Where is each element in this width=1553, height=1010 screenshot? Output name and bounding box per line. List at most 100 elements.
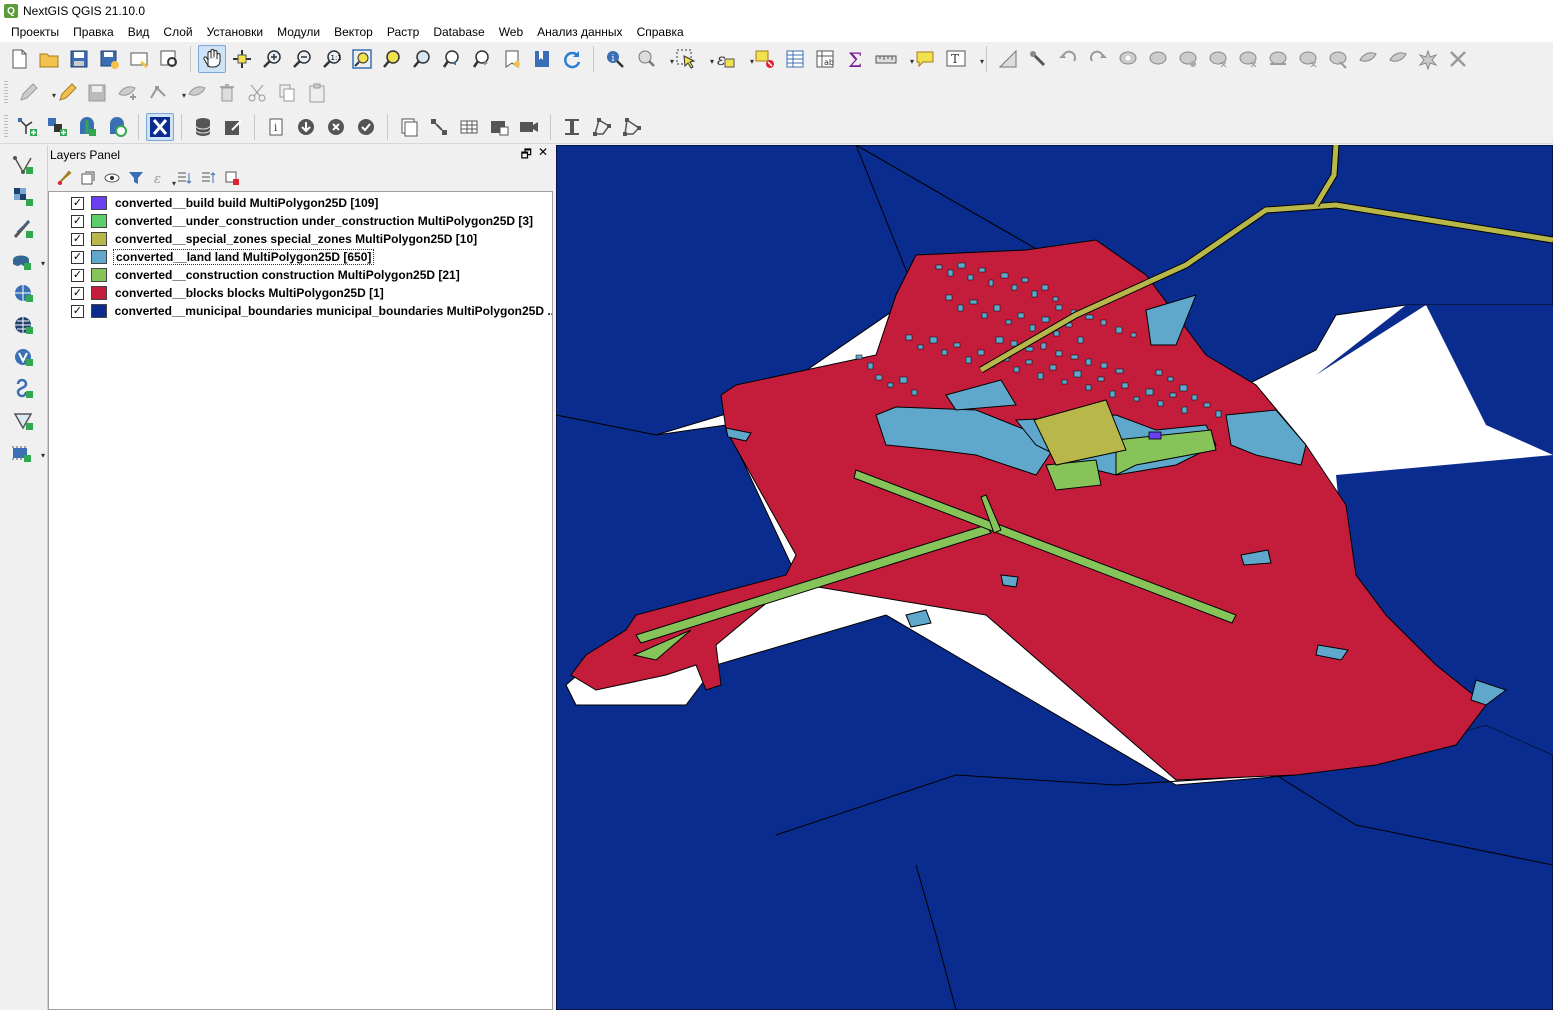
expand-all-icon[interactable] — [173, 167, 195, 189]
download-icon[interactable] — [292, 113, 320, 141]
fill-ring-icon[interactable] — [1174, 45, 1202, 73]
filter-by-expression-icon[interactable]: ε ▾ — [149, 167, 176, 189]
add-gpx-icon[interactable]: ▾ — [6, 439, 45, 467]
add-raster-layer-icon[interactable] — [6, 183, 40, 211]
layer-symbol-swatch[interactable] — [91, 286, 107, 300]
snapping-icon[interactable] — [1024, 45, 1052, 73]
menu-database[interactable]: Database — [426, 25, 491, 39]
add-polygon-icon[interactable] — [113, 79, 141, 107]
rotate-point-symbols-icon[interactable] — [1444, 45, 1472, 73]
delete-ring-icon[interactable] — [1204, 45, 1232, 73]
pan-icon[interactable] — [198, 45, 226, 73]
menu-edit[interactable]: Правка — [66, 25, 121, 39]
open-project-icon[interactable] — [35, 45, 63, 73]
digitize-icon[interactable] — [994, 45, 1022, 73]
style-manager-icon[interactable] — [53, 167, 75, 189]
transform-icon[interactable] — [588, 113, 616, 141]
layer-symbol-swatch[interactable] — [91, 232, 107, 246]
add-vector-layer-icon[interactable] — [6, 151, 40, 179]
map-canvas[interactable] — [556, 145, 1553, 1010]
info-icon[interactable]: i — [262, 113, 290, 141]
layer-name[interactable]: converted__municipal_boundaries municipa… — [113, 304, 552, 318]
menu-plugins[interactable]: Модули — [270, 25, 327, 39]
layer-row-municipal-boundaries[interactable]: ✓ converted__municipal_boundaries munici… — [49, 302, 552, 320]
add-wms-icon[interactable] — [6, 279, 40, 307]
layer-visibility-checkbox[interactable]: ✓ — [71, 196, 84, 210]
zoom-last-icon[interactable] — [438, 45, 466, 73]
new-geopackage-icon[interactable] — [13, 113, 41, 141]
video-icon[interactable] — [515, 113, 543, 141]
menu-view[interactable]: Вид — [121, 25, 157, 39]
menu-raster[interactable]: Растр — [380, 25, 426, 39]
add-virtual-layer-icon[interactable] — [6, 343, 40, 371]
delete-part-icon[interactable] — [1234, 45, 1262, 73]
layer-symbol-swatch[interactable] — [91, 268, 107, 282]
layer-symbol-swatch[interactable] — [90, 304, 107, 318]
text-annotation-icon[interactable]: T ▾ — [941, 45, 984, 73]
annotation-icon[interactable] — [911, 45, 939, 73]
layer-visibility-checkbox[interactable]: ✓ — [71, 286, 84, 300]
zoom-full-icon[interactable] — [348, 45, 376, 73]
add-delimited-text-icon[interactable] — [6, 215, 40, 243]
cancel-icon[interactable] — [322, 113, 350, 141]
menu-projects[interactable]: Проекты — [4, 25, 66, 39]
check-icon[interactable] — [352, 113, 380, 141]
add-ring-icon[interactable] — [1114, 45, 1142, 73]
layer-visibility-checkbox[interactable]: ✓ — [71, 250, 84, 264]
deselect-icon[interactable] — [751, 45, 779, 73]
menu-layer[interactable]: Слой — [156, 25, 199, 39]
select-by-expression-icon[interactable]: ε ▾ — [711, 45, 754, 73]
georef-icon[interactable] — [425, 113, 453, 141]
identify-icon[interactable]: i — [601, 45, 629, 73]
table-icon[interactable] — [455, 113, 483, 141]
layer-visibility-checkbox[interactable]: ✓ — [71, 232, 84, 246]
layer-name[interactable]: converted__build build MultiPolygon25D [… — [113, 196, 380, 210]
layer-visibility-checkbox[interactable]: ✓ — [71, 268, 84, 282]
delete-selected-icon[interactable] — [213, 79, 241, 107]
layer-row-construction[interactable]: ✓ converted__construction construction M… — [49, 266, 552, 284]
move-feature-icon[interactable] — [183, 79, 211, 107]
add-part-icon[interactable] — [1144, 45, 1172, 73]
layer-symbol-swatch[interactable] — [91, 196, 107, 210]
zoom-in-icon[interactable] — [258, 45, 286, 73]
new-bookmark-icon[interactable] — [498, 45, 526, 73]
layer-name[interactable]: converted__land land MultiPolygon25D [65… — [113, 249, 375, 265]
float-panel-icon[interactable]: 🗗 — [521, 145, 532, 166]
attribute-table-icon[interactable] — [781, 45, 809, 73]
ngw-connect-icon[interactable] — [146, 112, 174, 141]
layer-row-under-construction[interactable]: ✓ converted__under_construction under_co… — [49, 212, 552, 230]
layer-symbol-swatch[interactable] — [91, 250, 107, 264]
filter-legend-icon[interactable] — [125, 167, 147, 189]
redo-icon[interactable] — [1084, 45, 1112, 73]
menu-settings[interactable]: Установки — [200, 25, 270, 39]
select-features-icon[interactable]: ▾ — [671, 45, 714, 73]
image-icon[interactable] — [485, 113, 513, 141]
layer-row-land[interactable]: ✓ converted__land land MultiPolygon25D [… — [49, 248, 552, 266]
add-postgis-icon[interactable]: ▾ — [6, 247, 45, 275]
pan-to-selection-icon[interactable] — [228, 45, 256, 73]
collapse-all-icon[interactable] — [197, 167, 219, 189]
layer-name[interactable]: converted__special_zones special_zones M… — [113, 232, 479, 246]
add-mesh-icon[interactable] — [6, 407, 40, 435]
show-bookmarks-icon[interactable] — [528, 45, 556, 73]
layer-name[interactable]: converted__blocks blocks MultiPolygon25D… — [113, 286, 386, 300]
zoom-to-selection-icon[interactable] — [378, 45, 406, 73]
copy-features-icon[interactable] — [273, 79, 301, 107]
zoom-out-icon[interactable] — [288, 45, 316, 73]
new-temp-layer-icon[interactable] — [73, 113, 101, 141]
refresh-icon[interactable] — [558, 45, 586, 73]
zoom-next-icon[interactable] — [468, 45, 496, 73]
map-svg[interactable] — [556, 145, 1553, 1010]
ngw-edit-icon[interactable] — [219, 113, 247, 141]
layout-manager-icon[interactable] — [155, 45, 183, 73]
vertex-edit-icon[interactable] — [558, 113, 586, 141]
map-tips-icon[interactable]: ▾ — [631, 45, 674, 73]
measure-icon[interactable]: ▾ — [871, 45, 914, 73]
close-panel-icon[interactable]: ✕ — [538, 145, 548, 166]
offset-curve-icon[interactable] — [1294, 45, 1322, 73]
layer-row-blocks[interactable]: ✓ converted__blocks blocks MultiPolygon2… — [49, 284, 552, 302]
split-parts-icon[interactable] — [1354, 45, 1382, 73]
db-manager-icon[interactable] — [189, 113, 217, 141]
zoom-to-layer-icon[interactable] — [408, 45, 436, 73]
manage-visibility-icon[interactable] — [101, 167, 123, 189]
